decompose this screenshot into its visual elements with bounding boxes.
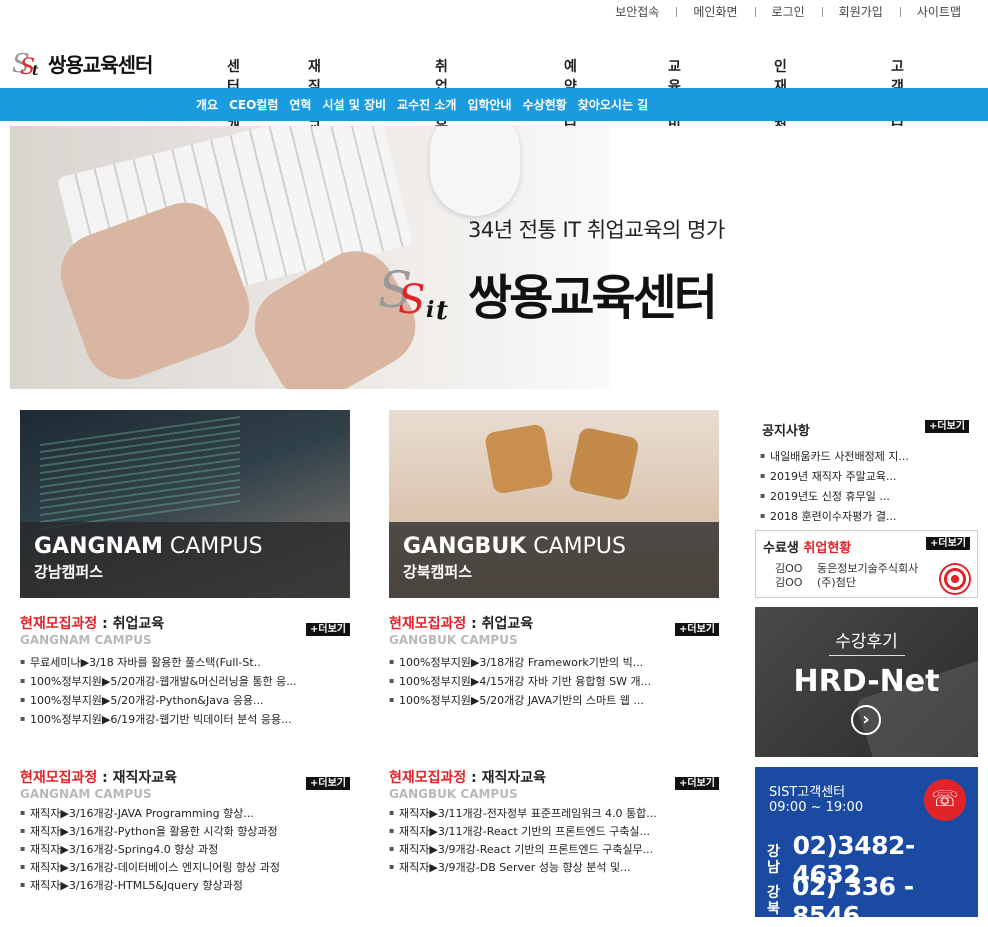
- signup-link[interactable]: 회원가입: [821, 3, 900, 20]
- list-item[interactable]: 100%정부지원▶6/19개강-웹기반 빅데이터 분석 응용...: [20, 710, 350, 729]
- course-campus: GANGNAM CAMPUS: [20, 633, 152, 647]
- campus-card-gangnam[interactable]: GANGNAM CAMPUS 강남캠퍼스: [20, 410, 350, 598]
- course-title: 현재모집과정 : 재직자교육: [389, 770, 547, 786]
- hero-slogan: 34년 전통 IT 취업교육의 명가: [468, 218, 725, 242]
- more-button[interactable]: +더보기: [306, 777, 350, 790]
- phone-icon: ☏: [924, 779, 966, 821]
- hero-banner[interactable]: 34년 전통 IT 취업교육의 명가 S S i t 쌍용교육센터: [10, 126, 988, 389]
- list-item[interactable]: 무료세미나▶3/18 자바를 활용한 풀스택(Full-St..: [20, 653, 350, 672]
- login-link[interactable]: 로그인: [754, 3, 822, 20]
- list-item[interactable]: 내일배움카드 사전배정제 지...: [755, 446, 978, 467]
- logo-text: 쌍용교육센터: [48, 52, 153, 77]
- course-title: 현재모집과정 : 재직자교육: [20, 770, 178, 786]
- subnav-facilities[interactable]: 시설 및 장비: [322, 96, 386, 113]
- customer-center-box: SIST고객센터 09:00 ~ 19:00 ☏ 강남 02)3482-4632…: [755, 767, 978, 927]
- course-title: 현재모집과정 : 취업교육: [389, 616, 534, 632]
- course-list: 100%정부지원▶3/18개강 Framework기반의 빅... 100%정부…: [389, 653, 719, 710]
- list-item[interactable]: 2019년도 신정 휴무일 ...: [755, 486, 978, 507]
- subnav-directions[interactable]: 찾아오시는 길: [578, 96, 648, 113]
- svg-text:t: t: [32, 63, 39, 78]
- more-button[interactable]: +더보기: [306, 623, 350, 636]
- campus-name-ko: 강북캠퍼스: [403, 563, 473, 581]
- campus-name-bold: GANGNAM: [34, 534, 163, 559]
- svg-text:t: t: [436, 296, 448, 323]
- course-list: 재직자▶3/11개강-전자정부 표준프레임워크 4.0 통합... 재직자▶3/…: [389, 805, 719, 877]
- course-box-gangnam-employee: 현재모집과정 : 재직자교육 GANGNAM CAMPUS +더보기 재직자▶3…: [20, 767, 350, 895]
- subnav-ceo-column[interactable]: CEO컬럼: [229, 96, 278, 113]
- notice-more-button[interactable]: +더보기: [925, 420, 969, 433]
- arrow-right-icon[interactable]: ›: [851, 705, 881, 735]
- course-list: 무료세미나▶3/18 자바를 활용한 풀스택(Full-St.. 100%정부지…: [20, 653, 350, 729]
- notice-box: 공지사항 +더보기 내일배움카드 사전배정제 지... 2019년 재직자 주말…: [755, 414, 978, 527]
- cs-title: SIST고객센터: [769, 785, 846, 800]
- list-item[interactable]: 재직자▶3/9개강-React 기반의 프론트엔드 구축실무...: [389, 841, 719, 859]
- list-item[interactable]: 재직자▶3/11개강-React 기반의 프론트엔드 구축실...: [389, 823, 719, 841]
- course-box-gangnam-job: 현재모집과정 : 취업교육 GANGNAM CAMPUS +더보기 무료세미나▶…: [20, 613, 350, 729]
- cs-location: 강북: [767, 885, 780, 917]
- list-item[interactable]: 재직자▶3/16개강-JAVA Programming 향상...: [20, 805, 350, 823]
- hero-brand-text: 쌍용교육센터: [468, 270, 718, 326]
- course-campus: GANGBUK CAMPUS: [389, 633, 518, 647]
- list-item[interactable]: 2018 훈련이수자평가 결...: [755, 506, 978, 527]
- phone-row-gangbuk: 강북 02) 336 - 8546: [767, 872, 978, 927]
- subnav-awards[interactable]: 수상현황: [523, 96, 567, 113]
- divider: [829, 655, 905, 656]
- svg-text:S: S: [398, 277, 425, 323]
- campus-name: CAMPUS: [526, 534, 626, 559]
- course-title: 현재모집과정 : 취업교육: [20, 616, 165, 632]
- subnav-history[interactable]: 연혁: [289, 96, 311, 113]
- list-item[interactable]: 100%정부지원▶4/15개강 자바 기반 융합형 SW 개...: [389, 672, 719, 691]
- list-item[interactable]: 100%정부지원▶3/18개강 Framework기반의 빅...: [389, 653, 719, 672]
- hero-logo: S S i t 쌍용교육센터: [378, 258, 718, 328]
- svg-text:i: i: [426, 297, 434, 323]
- sub-nav: 개요 CEO컬럼 연혁 시설 및 장비 교수진 소개 입학안내 수상현황 찾아오…: [0, 88, 988, 121]
- logo-mark-icon: S S t: [12, 48, 44, 80]
- secure-login-link[interactable]: 보안접속: [598, 3, 676, 20]
- list-item[interactable]: 재직자▶3/11개강-전자정부 표준프레임워크 4.0 통합...: [389, 805, 719, 823]
- hrd-main-text: HRD-Net: [793, 664, 940, 699]
- list-item[interactable]: 2019년 재직자 주말교육...: [755, 466, 978, 487]
- list-item[interactable]: 재직자▶3/16개강-HTML5&Jquery 향상과정: [20, 877, 350, 895]
- mouse-image: [430, 126, 520, 216]
- cs-phone-number[interactable]: 02) 336 - 8546: [792, 872, 978, 927]
- campus-card-gangbuk[interactable]: GANGBUK CAMPUS 강북캠퍼스: [389, 410, 719, 598]
- list-item[interactable]: 재직자▶3/16개강-데이터베이스 엔지니어링 향상 과정: [20, 859, 350, 877]
- campus-label-bar: GANGNAM CAMPUS 강남캠퍼스: [20, 522, 350, 598]
- list-item[interactable]: 100%정부지원▶5/20개강-웹개발&머신러닝을 통한 응...: [20, 672, 350, 691]
- course-campus: GANGNAM CAMPUS: [20, 787, 152, 801]
- logo[interactable]: S S t 쌍용교육센터: [12, 48, 153, 80]
- notice-list: 내일배움카드 사전배정제 지... 2019년 재직자 주말교육... 2019…: [755, 446, 978, 527]
- subnav-admission[interactable]: 입학안내: [467, 96, 511, 113]
- course-campus: GANGBUK CAMPUS: [389, 787, 518, 801]
- home-link[interactable]: 메인화면: [676, 3, 754, 20]
- hero-logo-mark-icon: S S i t: [378, 263, 448, 323]
- campus-label-bar: GANGBUK CAMPUS 강북캠퍼스: [389, 522, 719, 598]
- list-item[interactable]: 100%정부지원▶5/20개강-Python&Java 응용...: [20, 691, 350, 710]
- hrd-net-review-banner[interactable]: 수강후기 HRD-Net ›: [755, 607, 978, 757]
- utility-links: 보안접속 메인화면 로그인 회원가입 사이트맵: [598, 0, 961, 22]
- campus-name-ko: 강남캠퍼스: [34, 563, 104, 581]
- employment-status-box: 수료생 취업현황 +더보기 김OO 동은정보기술주식회사 김OO (주)첨단: [755, 530, 978, 598]
- hrd-title: 수강후기: [835, 632, 898, 652]
- sitemap-link[interactable]: 사이트맵: [899, 3, 961, 20]
- jobs-more-button[interactable]: +더보기: [926, 537, 970, 550]
- more-button[interactable]: +더보기: [675, 777, 719, 790]
- list-item[interactable]: 100%정부지원▶5/20개강 JAVA기반의 스마트 웹 ...: [389, 691, 719, 710]
- subnav-faculty[interactable]: 교수진 소개: [397, 96, 456, 113]
- subnav-overview[interactable]: 개요: [196, 96, 218, 113]
- header: S S t 쌍용교육센터 센터소개 재직자교육과정 취업교육과정 예약센터 교육…: [0, 40, 988, 195]
- list-item[interactable]: 재직자▶3/9개강-DB Server 성능 향상 분석 및...: [389, 859, 719, 877]
- list-item[interactable]: 재직자▶3/16개강-Spring4.0 향상 과정: [20, 841, 350, 859]
- cs-hours: 09:00 ~ 19:00: [769, 800, 864, 815]
- target-icon: [939, 563, 971, 595]
- course-list: 재직자▶3/16개강-JAVA Programming 향상... 재직자▶3/…: [20, 805, 350, 895]
- course-box-gangbuk-job: 현재모집과정 : 취업교육 GANGBUK CAMPUS +더보기 100%정부…: [389, 613, 719, 710]
- campus-name: CAMPUS: [162, 534, 263, 559]
- more-button[interactable]: +더보기: [675, 623, 719, 636]
- list-item[interactable]: 재직자▶3/16개강-Python을 활용한 시각화 향상과정: [20, 823, 350, 841]
- campus-name-bold: GANGBUK: [403, 534, 527, 559]
- course-box-gangbuk-employee: 현재모집과정 : 재직자교육 GANGBUK CAMPUS +더보기 재직자▶3…: [389, 767, 719, 877]
